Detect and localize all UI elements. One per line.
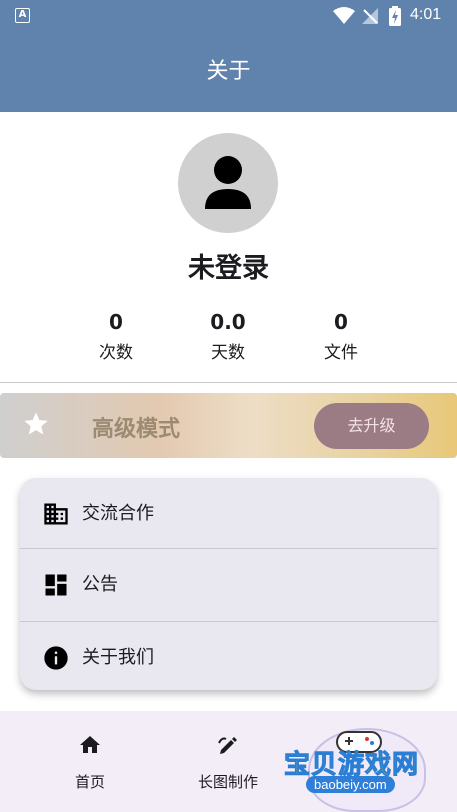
menu-item-cooperation[interactable]: 交流合作 — [20, 478, 437, 550]
no-signal-icon — [362, 8, 378, 24]
building-icon — [44, 503, 68, 525]
stat-files: 0 文件 — [301, 310, 381, 363]
upgrade-button[interactable]: 去升级 — [314, 403, 429, 449]
nav-item-home[interactable]: 首页 — [20, 711, 160, 812]
stat-count-label: 次数 — [99, 343, 133, 363]
app-notification-icon: A — [15, 8, 30, 23]
nav-item-long-image[interactable]: 长图制作 — [158, 711, 298, 812]
stat-days-label: 天数 — [211, 343, 245, 363]
stat-files-label: 文件 — [324, 343, 358, 363]
menu-item-label: 关于我们 — [82, 647, 154, 668]
person-icon — [205, 156, 251, 209]
battery-charging-icon — [389, 6, 401, 26]
info-icon — [44, 646, 68, 670]
dashboard-icon — [45, 574, 67, 596]
nav-item-label: 首页 — [74, 773, 105, 791]
watermark-url: baobeiy.com — [306, 776, 395, 793]
home-icon — [80, 736, 100, 753]
stat-files-value: 0 — [334, 310, 348, 334]
star-icon — [24, 412, 48, 435]
premium-banner[interactable]: 高级模式 去升级 — [0, 393, 457, 458]
username[interactable]: 未登录 — [0, 246, 457, 285]
menu-item-label: 公告 — [82, 574, 118, 595]
watermark: 宝贝游戏网 baobeiy.com — [278, 718, 457, 812]
stat-days: 0.0 天数 — [188, 310, 268, 363]
menu-item-label: 交流合作 — [82, 503, 154, 524]
draw-icon — [218, 737, 237, 754]
stat-count: 0 次数 — [76, 310, 156, 363]
avatar[interactable] — [178, 133, 278, 233]
status-bar: A 4:01 — [0, 0, 457, 32]
page-title: 关于 — [0, 32, 457, 112]
menu-card: 交流合作 公告 关于我们 — [20, 478, 437, 690]
divider — [0, 382, 457, 383]
stat-days-value: 0.0 — [210, 310, 246, 334]
wifi-icon — [333, 7, 355, 24]
nav-item-label: 长图制作 — [197, 773, 258, 791]
menu-item-notice[interactable]: 公告 — [20, 549, 437, 621]
status-time: 4:01 — [410, 6, 442, 23]
menu-item-about-us[interactable]: 关于我们 — [20, 622, 437, 690]
premium-title: 高级模式 — [92, 417, 181, 442]
stat-count-value: 0 — [109, 310, 123, 334]
